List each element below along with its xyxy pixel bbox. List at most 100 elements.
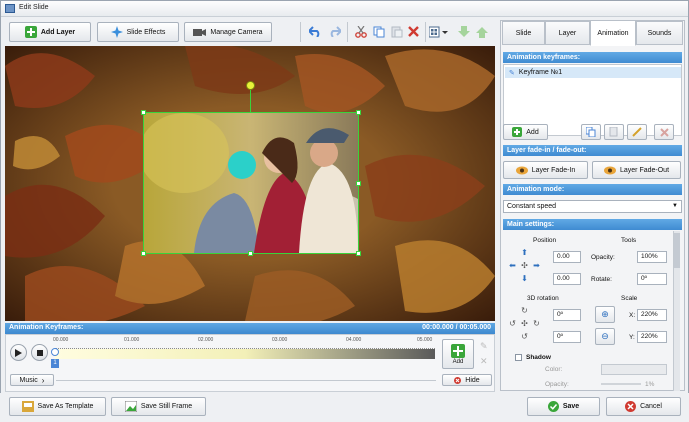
title-bar: Edit Slide [1, 1, 688, 17]
resize-handle[interactable] [141, 110, 146, 115]
save-template-button[interactable]: Save As Template [9, 397, 106, 416]
tab-animation[interactable]: Animation [590, 20, 636, 46]
add-keyframe-button[interactable]: Add [503, 124, 548, 140]
paste-icon [609, 127, 618, 137]
shadow-opacity-slider[interactable] [601, 383, 641, 385]
plus-icon [24, 26, 37, 38]
paste-icon[interactable] [388, 23, 405, 40]
music-button[interactable]: Music › [10, 374, 54, 386]
rotate-left-icon[interactable]: ↺ [507, 318, 518, 329]
rotation3d-y-field[interactable]: 0º [553, 331, 581, 343]
mode-section-title: Animation mode: [503, 184, 682, 195]
slide-effects-button[interactable]: Slide Effects [97, 22, 179, 42]
timeline-add-label: Add [452, 358, 464, 365]
fade-out-button[interactable]: Layer Fade-Out [592, 161, 681, 179]
tick-label: 00.000 [53, 337, 69, 343]
checkmark-icon [547, 401, 559, 412]
rotation3d-controls[interactable]: ↻ ↺ ✣ ↻ ↺ [505, 305, 545, 345]
arrow-left-icon[interactable]: ⬅ [507, 260, 518, 271]
play-button[interactable] [10, 344, 27, 361]
photo-layer[interactable] [139, 110, 374, 256]
timeline-time: 00:00.000 / 00:05.000 [422, 324, 491, 331]
keyframe-marker[interactable]: 1 [51, 348, 59, 370]
brush-keyframe-button[interactable] [627, 124, 647, 140]
stop-button[interactable] [31, 344, 48, 361]
save-still-frame-button[interactable]: Save Still Frame [111, 397, 206, 416]
music-track [56, 380, 436, 381]
app-icon [5, 4, 15, 13]
resize-handle[interactable] [356, 181, 361, 186]
toolbar-separator [347, 22, 348, 42]
rotate-handle[interactable] [246, 81, 255, 90]
slide-canvas[interactable] [5, 46, 495, 321]
cut-icon[interactable] [352, 23, 369, 40]
move-up-icon[interactable] [473, 23, 490, 40]
save-button[interactable]: Save [527, 397, 600, 416]
fade-in-button[interactable]: Layer Fade-In [503, 161, 588, 179]
scale-x-label: X: [629, 312, 636, 319]
copy-keyframe-button[interactable] [581, 124, 601, 140]
family-photo [139, 113, 374, 253]
delete-icon[interactable] [405, 23, 422, 40]
stop-icon [36, 349, 43, 356]
redo-icon[interactable] [326, 23, 343, 40]
delete-keyframe-button[interactable] [654, 124, 674, 140]
zoom-out-button[interactable]: ⊖ [595, 328, 615, 345]
resize-handle[interactable] [356, 110, 361, 115]
save-template-label: Save As Template [37, 403, 94, 410]
move-down-icon[interactable] [455, 23, 472, 40]
scale-y-field[interactable]: 220% [637, 331, 667, 343]
zoom-out-icon: ⊖ [601, 331, 609, 341]
zoom-in-button[interactable]: ⊕ [595, 306, 615, 323]
rotate-right-icon[interactable]: ↻ [531, 318, 542, 329]
tab-slide-label: Slide [515, 29, 532, 37]
shadow-checkbox[interactable] [515, 354, 522, 361]
position-arrows[interactable]: ⬆ ⬅ ✣ ➡ ⬇ [505, 247, 545, 285]
position-y-field[interactable]: 0.00 [553, 273, 581, 285]
rotate-x-icon[interactable]: ↻ [519, 305, 530, 316]
center-icon[interactable]: ✣ [519, 260, 530, 271]
arrow-down-icon[interactable]: ⬇ [519, 273, 530, 284]
arrow-right-icon[interactable]: ➡ [531, 260, 542, 271]
animation-mode-select[interactable]: Constant speed ▼ [503, 200, 682, 213]
tab-layer[interactable]: Layer [545, 21, 590, 45]
timeline-panel: 00.000 01.000 02.000 03.000 04.000 05.00… [5, 334, 495, 392]
tab-sounds[interactable]: Sounds [636, 21, 683, 45]
tab-slide[interactable]: Slide [502, 21, 545, 45]
rotation3d-x-field[interactable]: 0º [553, 309, 581, 321]
shadow-color-picker[interactable] [601, 364, 667, 375]
resize-handle[interactable] [248, 251, 253, 256]
opacity-field[interactable]: 100% [637, 251, 667, 263]
keyframe-knob [51, 348, 59, 356]
scrollbar-thumb[interactable] [674, 233, 680, 268]
arrow-up-icon[interactable]: ⬆ [519, 247, 530, 258]
add-layer-button[interactable]: Add Layer [9, 22, 91, 42]
list-item[interactable]: ✎ Keyframe №1 [505, 67, 681, 78]
plus-icon [451, 343, 465, 358]
manage-camera-button[interactable]: Manage Camera [184, 22, 272, 42]
hide-button[interactable]: Hide [442, 374, 492, 386]
tick-label: 04.000 [346, 337, 362, 343]
undo-icon[interactable] [307, 23, 324, 40]
timeline-track[interactable] [55, 343, 435, 363]
scale-x-field[interactable]: 220% [637, 309, 667, 321]
edit-keyframe-icon[interactable]: ✎ [480, 341, 488, 352]
timeline-add-button[interactable]: Add [442, 339, 474, 369]
timeline-gradient [55, 349, 435, 359]
rotate-field[interactable]: 0º [637, 273, 667, 285]
scrollbar[interactable] [673, 231, 680, 391]
opacity-label: Opacity: [591, 254, 615, 261]
tools-label: Tools [621, 237, 637, 244]
position-x-field[interactable]: 0.00 [553, 251, 581, 263]
resize-handle[interactable] [141, 251, 146, 256]
center-icon[interactable]: ✣ [519, 318, 530, 329]
grid-icon[interactable] [428, 23, 450, 40]
paste-keyframe-button[interactable] [604, 124, 624, 140]
copy-icon[interactable] [370, 23, 387, 40]
delete-keyframe-icon[interactable]: ✕ [480, 356, 488, 367]
cancel-button[interactable]: Cancel [606, 397, 681, 416]
hide-label: Hide [465, 376, 480, 384]
rotate-y-icon[interactable]: ↺ [519, 331, 530, 342]
rotation3d-label: 3D rotation [527, 295, 559, 302]
resize-handle[interactable] [356, 251, 361, 256]
